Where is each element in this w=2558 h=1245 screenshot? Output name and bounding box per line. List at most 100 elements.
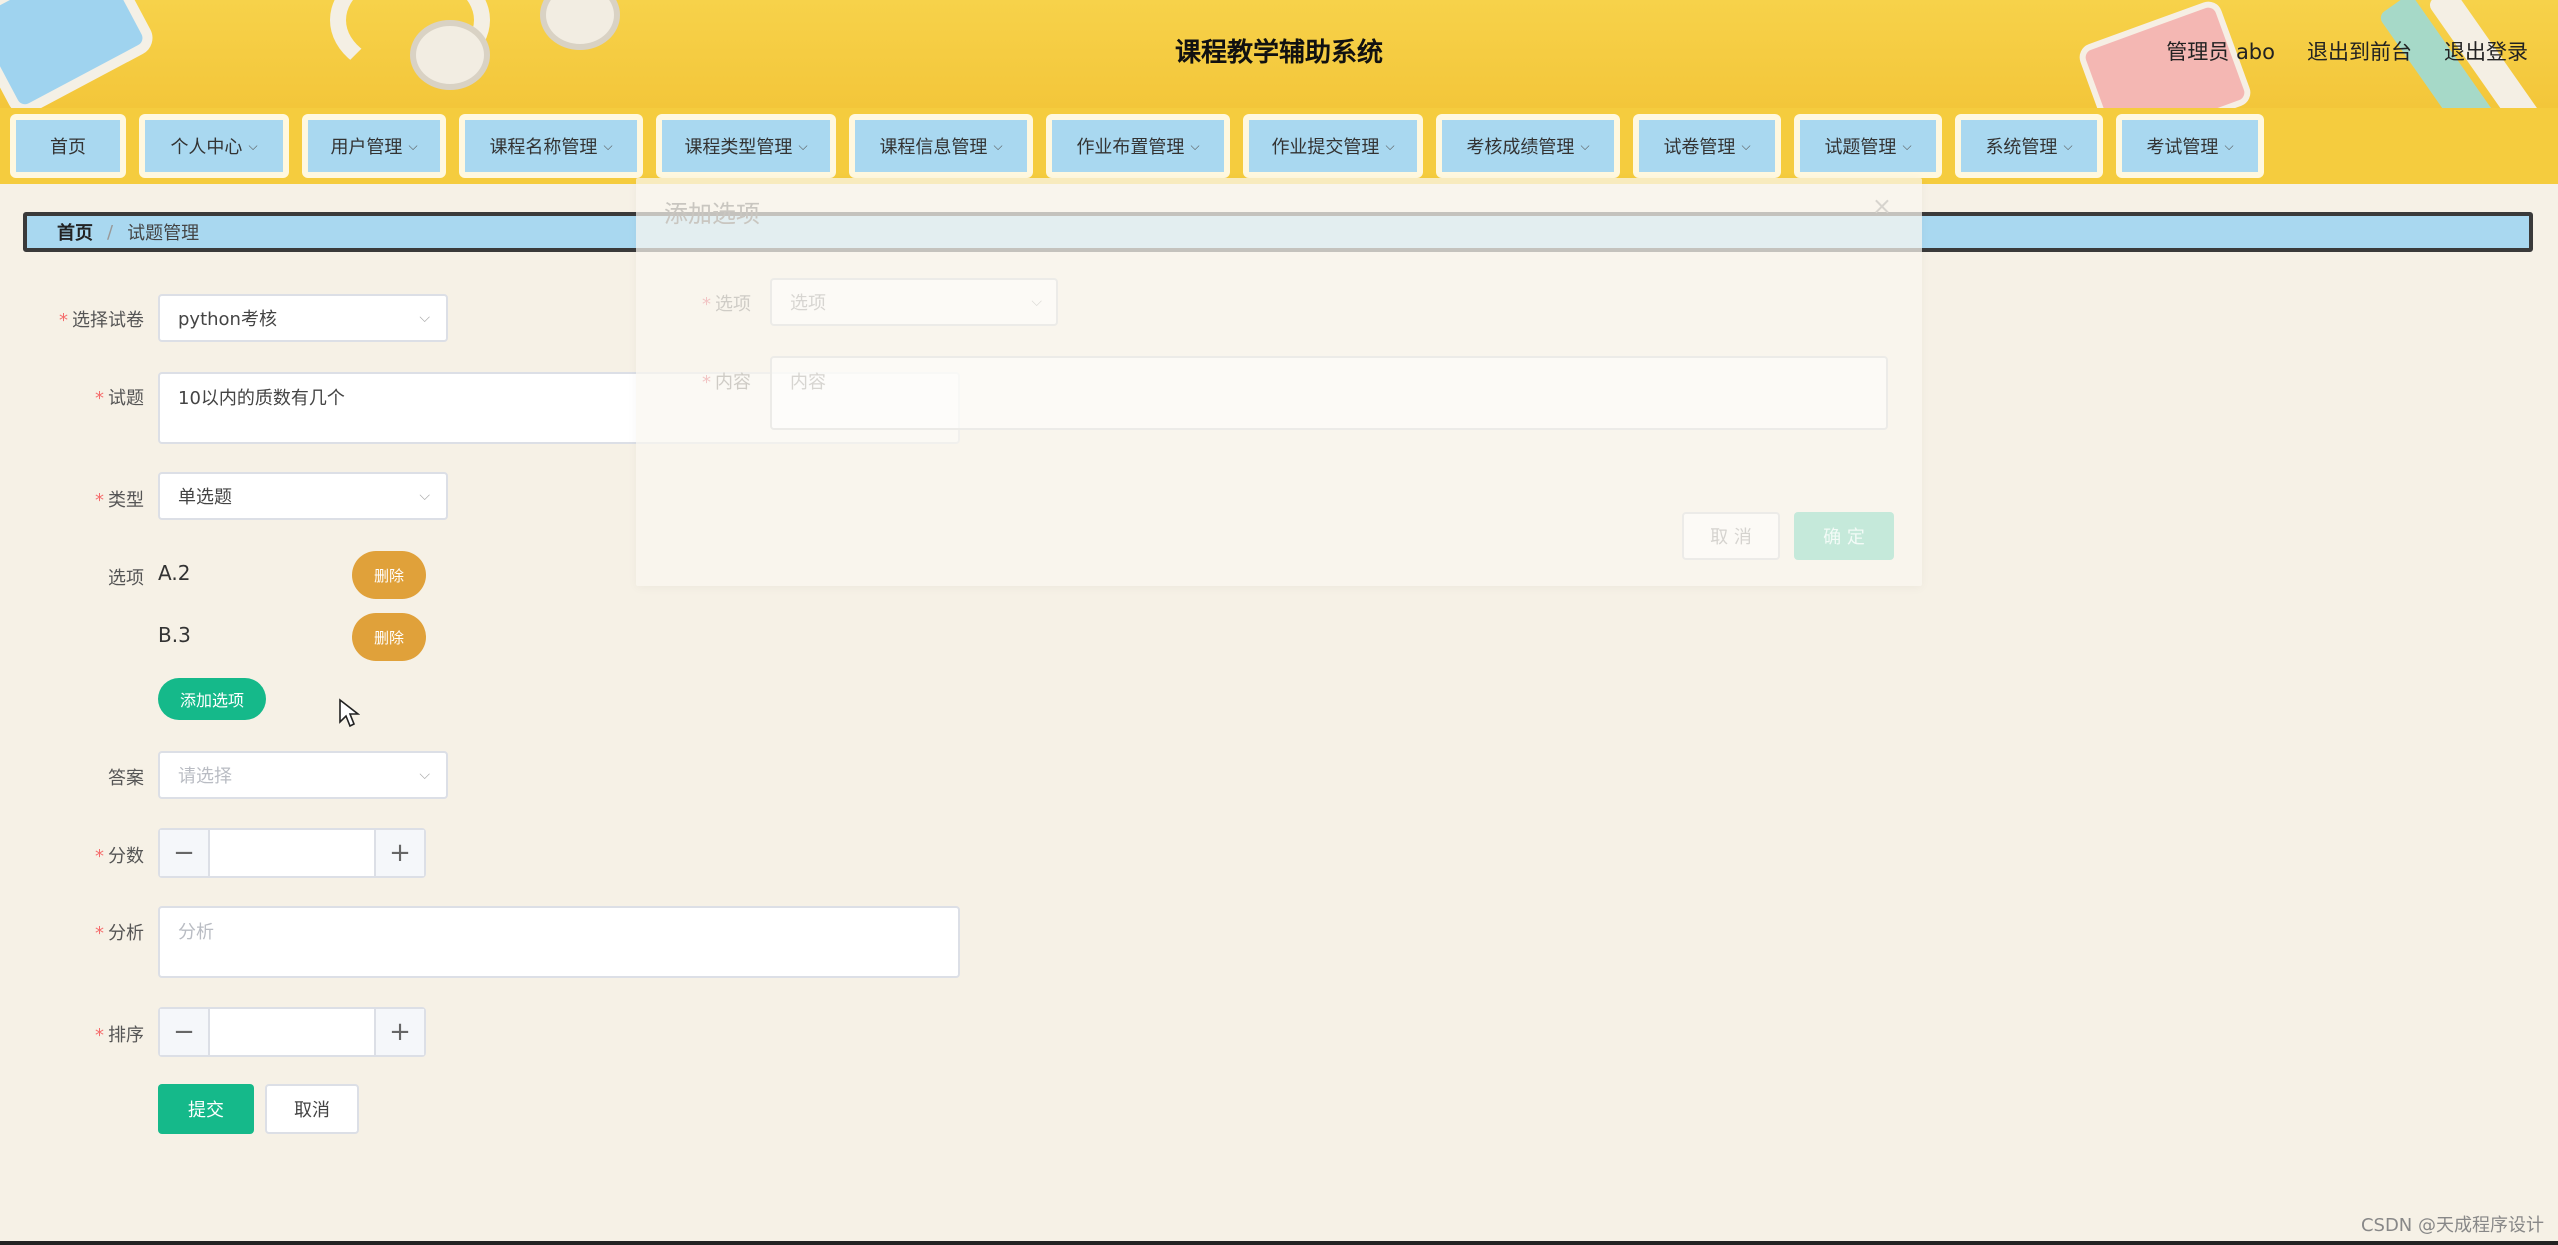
nav-item-exam-management[interactable]: 考试管理 ⌵ [2116,114,2264,178]
paper-label-text: 选择试卷 [72,310,144,331]
nav-item-homework-submit[interactable]: 作业提交管理 ⌵ [1243,114,1423,178]
order-increment-button[interactable]: + [374,1009,424,1055]
chevron-down-icon: ⌵ [1385,138,1395,153]
nav-label: 考试管理 [2146,137,2219,158]
paper-select-value: python考核 [178,309,277,330]
chevron-down-icon: ⌵ [419,310,430,326]
dialog-content-placeholder: 内容 [790,372,826,393]
question-value: 10以内的质数有几个 [178,388,345,409]
chevron-down-icon: ⌵ [1031,294,1042,310]
dialog-confirm-button[interactable]: 确 定 [1794,512,1894,560]
score-input[interactable] [210,830,374,876]
dialog-cancel-button[interactable]: 取 消 [1682,512,1780,560]
score-label: * 分数 [20,842,144,868]
answer-select[interactable]: 请选择 ⌵ [158,751,448,799]
nav-label: 课程信息管理 [879,137,988,158]
delete-option-a-button[interactable]: 删除 [352,551,426,599]
paper-label: * 选择试卷 [20,306,144,332]
order-label-text: 排序 [108,1025,144,1046]
chevron-down-icon: ⌵ [2063,138,2073,153]
nav-item-paper-management[interactable]: 试卷管理 ⌵ [1633,114,1781,178]
options-label: 选项 [20,564,144,590]
nav-item-course-name[interactable]: 课程名称管理 ⌵ [459,114,643,178]
nav-item-personal-center[interactable]: 个人中心 ⌵ [139,114,289,178]
nav-label: 考核成绩管理 [1466,137,1575,158]
nav-label: 试卷管理 [1663,137,1736,158]
close-icon[interactable]: × [1872,192,1892,220]
type-label: * 类型 [20,486,144,512]
order-input[interactable] [210,1009,374,1055]
analysis-label: * 分析 [20,919,144,945]
mouse-pointer-icon [339,698,360,728]
analysis-placeholder: 分析 [178,922,214,943]
paper-select[interactable]: python考核 ⌵ [158,294,448,342]
nav-item-course-info[interactable]: 课程信息管理 ⌵ [849,114,1033,178]
required-mark: * [95,846,104,867]
type-select[interactable]: 单选题 ⌵ [158,472,448,520]
nav-label: 作业提交管理 [1271,137,1380,158]
dialog-content-label: * 内容 [702,368,751,394]
nav-label: 试题管理 [1824,137,1897,158]
dialog-content-label-text: 内容 [715,372,751,393]
order-stepper: − + [158,1007,426,1057]
chevron-down-icon: ⌵ [1902,138,1912,153]
bottom-border [0,1241,2558,1245]
nav-label: 系统管理 [1985,137,2058,158]
option-item-a: A.2 [158,561,191,585]
nav-item-question-management[interactable]: 试题管理 ⌵ [1794,114,1942,178]
chevron-down-icon: ⌵ [2224,138,2234,153]
top-links: 管理员 abo 退出到前台 退出登录 [2166,36,2528,66]
nav-label: 作业布置管理 [1076,137,1185,158]
header-banner: 课程教学辅助系统 管理员 abo 退出到前台 退出登录 [0,0,2558,108]
add-option-button[interactable]: 添加选项 [158,678,266,720]
nav-item-assessment-scores[interactable]: 考核成绩管理 ⌵ [1436,114,1620,178]
options-label-text: 选项 [108,568,144,589]
chevron-down-icon: ⌵ [1190,138,1200,153]
nav-label: 课程名称管理 [489,137,598,158]
required-mark: * [95,923,104,944]
chevron-down-icon: ⌵ [408,138,418,153]
chevron-down-icon: ⌵ [993,138,1003,153]
required-mark: * [702,372,711,393]
submit-button[interactable]: 提交 [158,1084,254,1134]
analysis-textarea[interactable]: 分析 [158,906,960,978]
question-label-text: 试题 [108,388,144,409]
main-nav: 首页 个人中心 ⌵ 用户管理 ⌵ 课程名称管理 ⌵ 课程类型管理 ⌵ 课程信息管理 ⌵ 作… [0,108,2558,184]
breadcrumb-current: 试题管理 [127,223,200,244]
logout-link[interactable]: 退出登录 [2444,36,2528,66]
cancel-button[interactable]: 取消 [265,1084,359,1134]
answer-label: 答案 [20,764,144,790]
breadcrumb-home[interactable]: 首页 [57,219,93,245]
nav-item-user-management[interactable]: 用户管理 ⌵ [302,114,446,178]
required-mark: * [95,1025,104,1046]
dialog-option-select[interactable]: 选项 ⌵ [770,278,1058,326]
score-decrement-button[interactable]: − [160,830,210,876]
nav-item-system-management[interactable]: 系统管理 ⌵ [1955,114,2103,178]
score-stepper: − + [158,828,426,878]
required-mark: * [95,388,104,409]
dialog-content-textarea[interactable]: 内容 [770,356,1888,430]
question-label: * 试题 [20,384,144,410]
watermark: CSDN @天成程序设计 [2360,1215,2544,1236]
nav-label: 首页 [50,137,86,158]
admin-user-label: 管理员 abo [2166,40,2275,64]
option-item-b: B.3 [158,623,191,647]
required-mark: * [59,310,68,331]
nav-item-course-type[interactable]: 课程类型管理 ⌵ [656,114,836,178]
back-to-front-link[interactable]: 退出到前台 [2307,36,2412,66]
nav-label: 课程类型管理 [684,137,793,158]
order-decrement-button[interactable]: − [160,1009,210,1055]
nav-item-home[interactable]: 首页 [10,114,126,178]
score-increment-button[interactable]: + [374,830,424,876]
score-label-text: 分数 [108,846,144,867]
delete-option-b-button[interactable]: 删除 [352,613,426,661]
order-label: * 排序 [20,1021,144,1047]
required-mark: * [702,294,711,315]
chevron-down-icon: ⌵ [419,767,430,783]
nav-item-homework-assign[interactable]: 作业布置管理 ⌵ [1046,114,1230,178]
type-select-value: 单选题 [178,487,232,508]
dialog-title: 添加选项 [664,200,760,228]
type-label-text: 类型 [108,490,144,511]
required-mark: * [95,490,104,511]
add-option-dialog: 添加选项 × * 选项 选项 ⌵ * 内容 内容 取 消 确 定 [636,178,1922,586]
